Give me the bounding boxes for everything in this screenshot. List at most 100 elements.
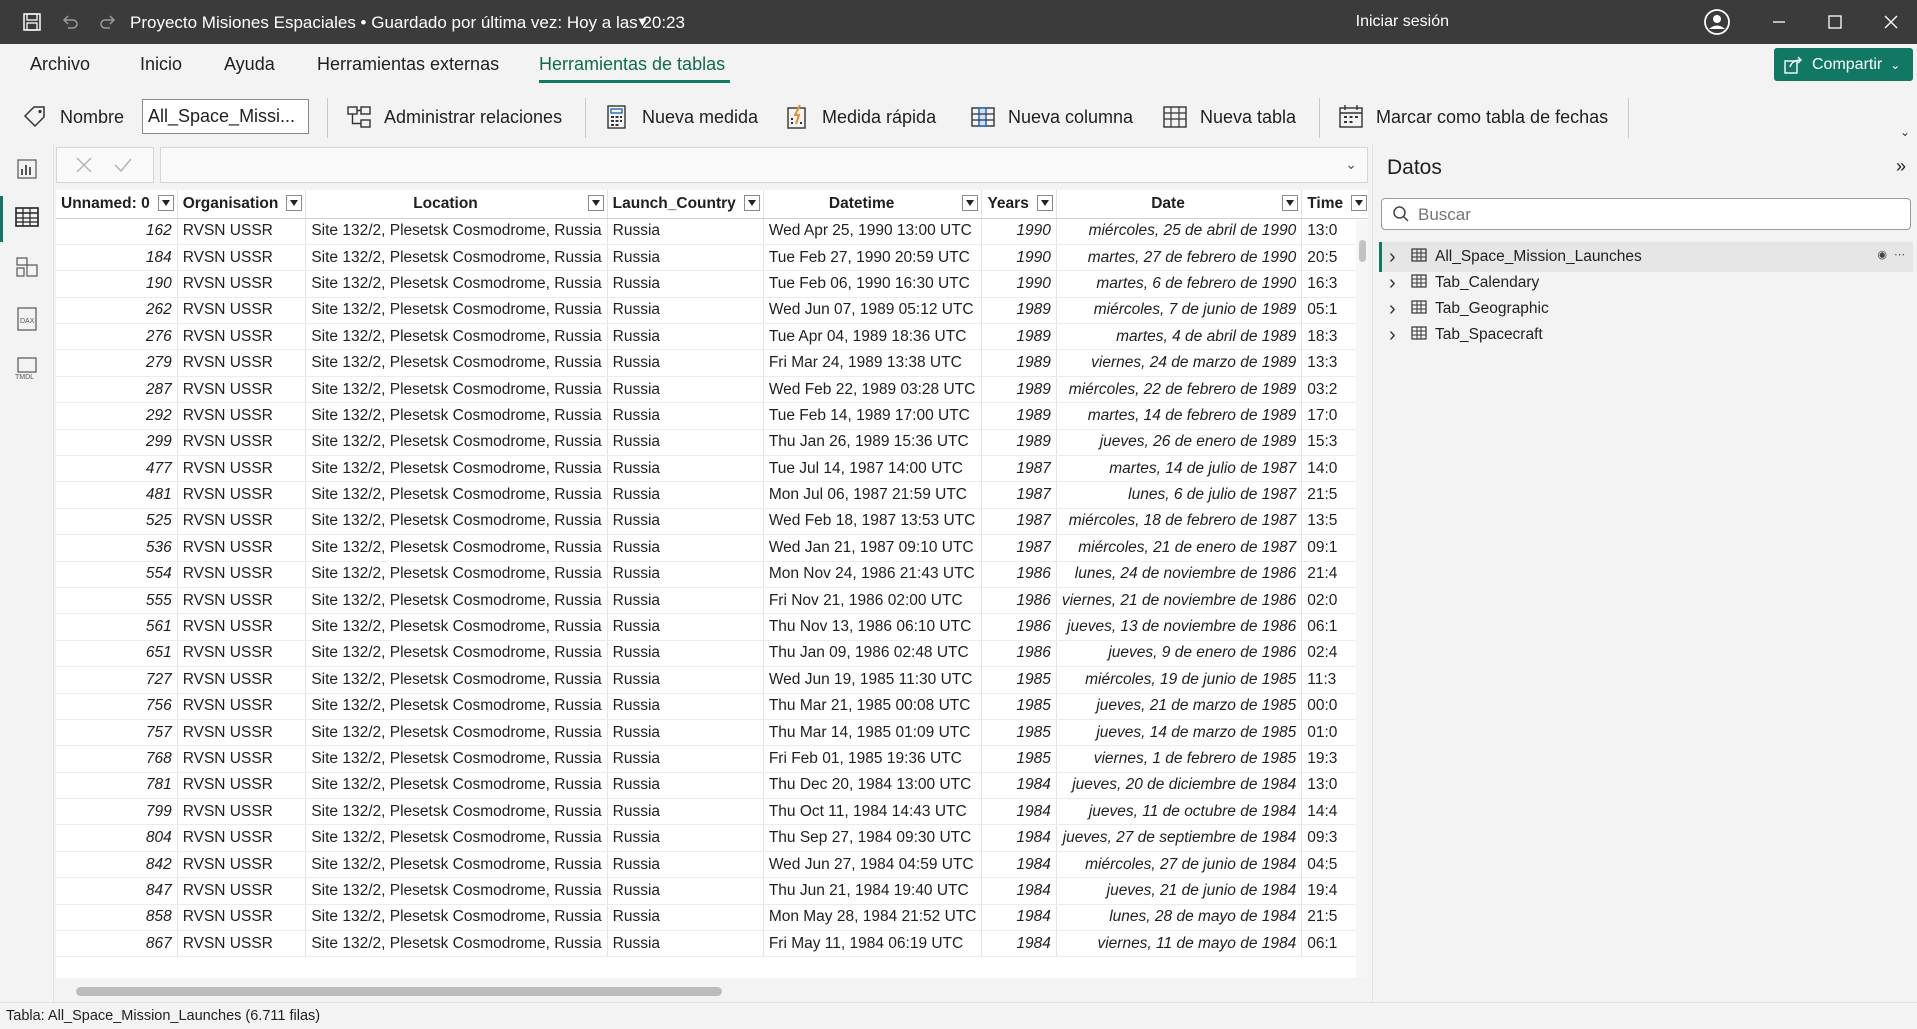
table-cell[interactable]: RVSN USSR [177, 719, 307, 747]
table-cell[interactable]: 842 [56, 851, 178, 879]
model-view-icon[interactable] [12, 252, 42, 282]
table-cell[interactable]: Russia [607, 349, 764, 377]
table-cell[interactable]: Site 132/2, Plesetsk Cosmodrome, Russia [305, 402, 608, 430]
table-cell[interactable]: 847 [56, 877, 178, 905]
table-cell[interactable]: Site 132/2, Plesetsk Cosmodrome, Russia [305, 297, 608, 325]
commit-formula-icon[interactable] [113, 156, 133, 179]
table-cell[interactable]: Thu Sep 27, 1984 09:30 UTC [763, 824, 983, 852]
table-cell[interactable]: RVSN USSR [177, 824, 307, 852]
table-cell[interactable]: RVSN USSR [177, 323, 307, 351]
table-cell[interactable]: Thu Jan 09, 1986 02:48 UTC [763, 640, 983, 668]
filter-dropdown-icon[interactable] [587, 195, 604, 211]
table-cell[interactable]: jueves, 20 de diciembre de 1984 [1056, 772, 1303, 800]
column-header[interactable]: Unnamed: 0 [56, 190, 178, 219]
table-cell[interactable]: 554 [56, 561, 178, 588]
table-cell[interactable]: miércoles, 21 de enero de 1987 [1056, 534, 1303, 562]
table-cell[interactable]: RVSN USSR [177, 429, 307, 457]
table-cell[interactable]: RVSN USSR [177, 481, 307, 509]
tab-herramientas-externas[interactable]: Herramientas externas [317, 54, 499, 75]
table-cell[interactable]: 555 [56, 587, 178, 615]
table-cell[interactable]: Russia [607, 666, 764, 694]
title-dropdown-icon[interactable]: ▼ [636, 14, 649, 29]
account-icon[interactable] [1704, 9, 1730, 35]
table-cell[interactable]: Russia [607, 508, 764, 536]
table-cell[interactable]: Mon Jul 06, 1987 21:59 UTC [763, 481, 983, 509]
table-cell[interactable]: 481 [56, 481, 178, 509]
column-header[interactable]: Location [305, 190, 608, 219]
table-cell[interactable]: jueves, 26 de enero de 1989 [1056, 429, 1303, 457]
table-cell[interactable]: Tue Jul 14, 1987 14:00 UTC [763, 455, 983, 483]
table-cell[interactable]: 1986 [981, 613, 1057, 641]
table-cell[interactable]: RVSN USSR [177, 402, 307, 430]
table-cell[interactable]: RVSN USSR [177, 244, 307, 272]
more-options-icon[interactable]: ◉ ⋯ [1877, 248, 1907, 261]
table-cell[interactable]: Russia [607, 693, 764, 720]
table-cell[interactable]: 1984 [981, 877, 1057, 905]
table-cell[interactable]: 1985 [981, 666, 1057, 694]
table-cell[interactable]: 1989 [981, 323, 1057, 351]
table-cell[interactable]: Site 132/2, Plesetsk Cosmodrome, Russia [305, 851, 608, 879]
dax-view-icon[interactable]: DAX [12, 304, 42, 334]
table-cell[interactable]: Tue Feb 06, 1990 16:30 UTC [763, 270, 983, 298]
tab-archivo[interactable]: Archivo [30, 54, 90, 75]
table-cell[interactable]: lunes, 28 de mayo de 1984 [1056, 904, 1303, 932]
table-cell[interactable]: Site 132/2, Plesetsk Cosmodrome, Russia [305, 561, 608, 588]
close-icon[interactable] [1880, 11, 1902, 33]
table-cell[interactable]: 1987 [981, 534, 1057, 562]
table-cell[interactable]: 799 [56, 798, 178, 826]
table-cell[interactable]: Mon Nov 24, 1986 21:43 UTC [763, 561, 983, 588]
table-cell[interactable]: 162 [56, 218, 178, 245]
table-cell[interactable]: Wed Jun 07, 1989 05:12 UTC [763, 297, 983, 325]
table-cell[interactable]: 1986 [981, 561, 1057, 588]
table-cell[interactable]: Russia [607, 772, 764, 800]
table-cell[interactable]: Russia [607, 851, 764, 879]
table-cell[interactable]: 1989 [981, 349, 1057, 377]
filter-dropdown-icon[interactable] [1282, 195, 1299, 211]
table-cell[interactable]: 1984 [981, 824, 1057, 852]
table-cell[interactable]: Wed Feb 18, 1987 13:53 UTC [763, 508, 983, 536]
manage-relations-button[interactable]: Administrar relaciones [346, 104, 562, 130]
new-column-button[interactable]: Nueva columna [970, 104, 1133, 130]
table-cell[interactable]: Russia [607, 930, 764, 958]
table-cell[interactable]: RVSN USSR [177, 587, 307, 615]
table-cell[interactable]: 279 [56, 349, 178, 377]
table-cell[interactable]: 1989 [981, 376, 1057, 404]
table-cell[interactable]: 757 [56, 719, 178, 747]
chevron-right-icon[interactable]: › [1389, 324, 1407, 347]
ribbon-expand-icon[interactable]: ⌄ [1900, 125, 1910, 139]
table-cell[interactable]: RVSN USSR [177, 693, 307, 720]
table-cell[interactable]: RVSN USSR [177, 745, 307, 773]
table-cell[interactable]: 1989 [981, 429, 1057, 457]
table-cell[interactable]: Site 132/2, Plesetsk Cosmodrome, Russia [305, 613, 608, 641]
table-cell[interactable]: Site 132/2, Plesetsk Cosmodrome, Russia [305, 270, 608, 298]
table-cell[interactable]: jueves, 11 de octubre de 1984 [1056, 798, 1303, 826]
column-header[interactable]: Datetime [763, 190, 983, 219]
table-cell[interactable]: RVSN USSR [177, 508, 307, 536]
table-cell[interactable]: Site 132/2, Plesetsk Cosmodrome, Russia [305, 693, 608, 720]
table-cell[interactable]: 1984 [981, 798, 1057, 826]
table-cell[interactable]: Russia [607, 455, 764, 483]
table-cell[interactable]: RVSN USSR [177, 930, 307, 958]
table-cell[interactable]: 804 [56, 824, 178, 852]
table-cell[interactable]: Russia [607, 218, 764, 245]
table-cell[interactable]: 1990 [981, 244, 1057, 272]
column-header[interactable]: Years [981, 190, 1057, 219]
table-cell[interactable]: RVSN USSR [177, 640, 307, 668]
table-cell[interactable]: Site 132/2, Plesetsk Cosmodrome, Russia [305, 877, 608, 905]
table-cell[interactable]: Site 132/2, Plesetsk Cosmodrome, Russia [305, 244, 608, 272]
table-cell[interactable]: jueves, 9 de enero de 1986 [1056, 640, 1303, 668]
table-cell[interactable]: Wed Jan 21, 1987 09:10 UTC [763, 534, 983, 562]
table-cell[interactable]: Fri May 11, 1984 06:19 UTC [763, 930, 983, 958]
table-cell[interactable]: Tue Apr 04, 1989 18:36 UTC [763, 323, 983, 351]
tab-inicio[interactable]: Inicio [140, 54, 182, 75]
table-cell[interactable]: Russia [607, 719, 764, 747]
minimize-icon[interactable] [1768, 11, 1790, 33]
table-cell[interactable]: Russia [607, 429, 764, 457]
table-cell[interactable]: Site 132/2, Plesetsk Cosmodrome, Russia [305, 534, 608, 562]
table-cell[interactable]: 276 [56, 323, 178, 351]
table-cell[interactable]: Thu Jan 26, 1989 15:36 UTC [763, 429, 983, 457]
table-cell[interactable]: 190 [56, 270, 178, 298]
table-cell[interactable]: 727 [56, 666, 178, 694]
table-cell[interactable]: miércoles, 25 de abril de 1990 [1056, 218, 1303, 245]
chevron-right-icon[interactable]: › [1389, 272, 1407, 295]
